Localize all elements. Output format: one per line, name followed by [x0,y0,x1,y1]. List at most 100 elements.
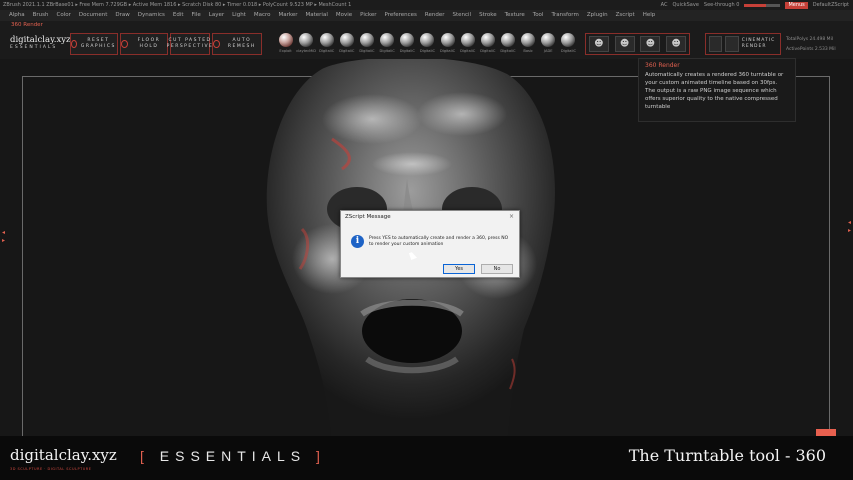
matcap-item[interactable]: JADE [540,33,557,57]
info-icon: i [351,235,364,248]
matcap-item[interactable]: Basic [520,33,537,57]
matcap-ball [561,33,576,47]
shelf-logo: digitalclay.xyz ESSENTIALS [10,35,71,55]
menu-light[interactable]: Light [232,10,246,21]
menu-draw[interactable]: Draw [115,10,129,21]
no-button[interactable]: No [481,264,513,274]
video-title: The Turntable tool - 360 [628,446,826,465]
menu-help[interactable]: Help [643,10,656,21]
menu-texture[interactable]: Texture [505,10,525,21]
head-render-icon[interactable]: ☻ [588,36,609,52]
matcap-item[interactable]: DigitaliC [338,33,355,57]
menu-layer[interactable]: Layer [209,10,224,21]
menu-edit[interactable]: Edit [173,10,184,21]
matcap-label: DigitaliC [359,49,375,53]
total-polys: TotalPolys 24.498 Mil [786,37,834,42]
see-through-slider[interactable] [744,3,781,7]
matcap-ball [319,33,334,47]
menu-stroke[interactable]: Stroke [479,10,497,21]
matcap-ball [440,33,455,47]
dialog-message: Press YES to automatically create and re… [369,236,509,247]
head-render-icon[interactable]: ☻ [666,36,687,52]
menu-preferences[interactable]: Preferences [385,10,417,21]
menu-zscript[interactable]: Zscript [616,10,635,21]
matcap-label: DigitaliC [439,49,456,53]
matcap-item[interactable]: DigitaliC [439,33,456,57]
matcap-label: DigitaliC [460,49,476,53]
menu-picker[interactable]: Picker [360,10,376,21]
floor-hold-button[interactable]: FLOOR HOLD [120,33,168,55]
menu-tool[interactable]: Tool [533,10,544,21]
tooltip-body: Automatically creates a rendered 360 tur… [645,72,784,110]
close-icon[interactable]: × [509,213,514,220]
matcap-ball [521,33,536,47]
matcap-label: DigitaliC [560,49,576,53]
matcap-item[interactable]: DigitaliC [318,33,335,57]
default-zscript-button[interactable]: DefaultZScript [813,0,849,10]
matcap-label: JADE [544,49,553,53]
yes-button[interactable]: Yes [443,264,475,274]
custom-shelf: 360 Render digitalclay.xyz ESSENTIALS RE… [0,21,853,80]
matcap-label: DigitaliC [419,49,435,53]
ac-button[interactable]: AC [661,0,668,10]
title-bar: ZBrush 2021.1.1 ZBrBase01 ▸ Free Mem 7.7… [0,0,853,10]
menu-brush[interactable]: Brush [33,10,49,21]
menu-file[interactable]: File [192,10,201,21]
matcap-item[interactable]: DigitaliC [358,33,375,57]
matcap-item[interactable]: DigitaliC [459,33,476,57]
see-through-label[interactable]: See-through 0 [704,0,740,10]
auto-remesh-button[interactable]: AUTO REMESH [212,33,262,55]
bracket-open: [ [140,448,150,464]
menus-toggle[interactable]: Menus [785,2,808,9]
matcap-ball [420,33,435,47]
dialog-title: ZScript Message [345,214,391,220]
zscript-message-dialog: ZScript Message × i Press YES to automat… [340,210,520,278]
menu-render[interactable]: Render [425,10,445,21]
menu-movie[interactable]: Movie [336,10,352,21]
matcap-ball [541,33,556,47]
shelf-logo-main: digitalclay.xyz [10,35,71,45]
remesh-icon [213,40,220,48]
matcap-item[interactable]: DigitaliC [379,33,396,57]
head-render-icon[interactable]: ☻ [640,36,661,52]
matcap-item[interactable]: Exploit [277,33,294,57]
matcap-item[interactable]: DigitaliC [499,33,516,57]
matcap-label: Basic [523,49,533,53]
tooltip-title: 360 Render [645,62,680,69]
matcap-ball [480,33,495,47]
matcap-ball [278,33,293,47]
matcap-item[interactable]: DigitaliC [560,33,577,57]
menu-material[interactable]: Material [306,10,328,21]
cut-pasted-label: CUT PASTED PERSPECTIVE [166,38,214,49]
matcap-item[interactable]: claytecMiD [296,33,316,57]
render-360-tooltip: 360 Render Automatically creates a rende… [638,58,796,122]
auto-remesh-label: AUTO REMESH [227,38,256,49]
matcap-item[interactable]: DigitaliC [419,33,436,57]
menu-color[interactable]: Color [57,10,71,21]
menu-bar: Alpha Brush Color Document Draw Dynamics… [0,10,853,21]
matcap-label: DigitaliC [480,49,496,53]
menu-alpha[interactable]: Alpha [9,10,25,21]
menu-marker[interactable]: Marker [279,10,298,21]
menu-document[interactable]: Document [79,10,108,21]
matcap-label: DigitaliC [500,49,516,53]
film-icon [709,36,723,52]
matcap-label: DigitaliC [339,49,355,53]
matcap-label: Exploit [279,49,292,53]
menu-dynamics[interactable]: Dynamics [138,10,165,21]
bracket-close: ] [316,448,326,464]
cut-pasted-button[interactable]: CUT PASTED PERSPECTIVE [167,33,212,55]
cinematic-render-button[interactable]: CINEMATIC RENDER [705,33,781,55]
reset-graphics-button[interactable]: RESET GRAPHICS [70,33,118,55]
menu-stencil[interactable]: Stencil [452,10,471,21]
quicksave-button[interactable]: QuickSave [672,0,698,10]
matcap-item[interactable]: DigitaliC [479,33,496,57]
head-render-icon[interactable]: ☻ [614,36,635,52]
render-tool-group: ☻ ☻ ☻ ☻ [585,33,690,55]
menu-transform[interactable]: Transform [551,10,578,21]
brand-logo: digitalclay.xyz [10,446,117,464]
matcap-item[interactable]: DigitaliC [399,33,416,57]
menu-macro[interactable]: Macro [254,10,271,21]
floor-hold-label: FLOOR HOLD [137,38,161,49]
menu-zplugin[interactable]: Zplugin [587,10,608,21]
